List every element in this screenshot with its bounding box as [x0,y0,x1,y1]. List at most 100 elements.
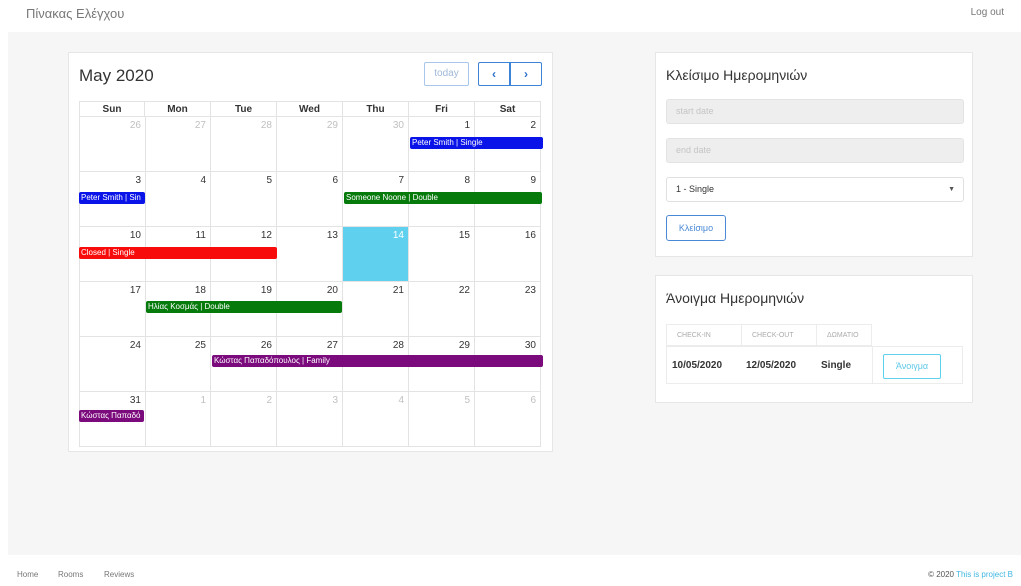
calendar-day-cell[interactable]: 26 [79,117,146,172]
today-button[interactable]: today [424,62,469,86]
day-number: 23 [524,285,536,296]
day-number: 5 [266,175,272,186]
calendar-grid: Sun Mon Tue Wed Thu Fri Sat 26 27 28 29 30 1 2… [79,101,543,447]
calendar-day-cell[interactable]: 29 [277,117,343,172]
brand-title[interactable]: Πίνακας Ελέγχου [26,6,124,21]
calendar-day-cell[interactable]: 16 [475,227,541,282]
dow-thu: Thu [343,101,409,117]
calendar-day-cell[interactable]: 24 [79,337,146,392]
calendar-title: May 2020 [79,66,154,85]
calendar-day-cell[interactable]: 1 [145,392,211,447]
column-header-check-out: CHECK-OUT [741,324,816,346]
footer: Home Rooms Reviews © 2020 This is projec… [0,560,1021,586]
day-number: 5 [464,395,470,406]
calendar-event[interactable]: Ηλίας Κοσμάς | Double [146,301,342,313]
cell-check-out: 12/05/2020 [741,346,816,384]
day-number: 15 [458,230,470,241]
room-select-value: 1 - Single [676,184,715,194]
calendar-day-cell[interactable]: 2 [211,392,277,447]
day-number: 3 [332,395,338,406]
calendar-day-cell[interactable]: 6 [475,392,541,447]
footer-link-rooms[interactable]: Rooms [58,570,83,579]
day-number: 20 [326,285,338,296]
calendar-day-cell[interactable]: 30 [343,117,409,172]
calendar-day-cell[interactable]: 25 [145,337,211,392]
dow-sun: Sun [79,101,145,117]
calendar-day-cell[interactable]: 22 [409,282,475,337]
day-number: 10 [129,230,141,241]
chevron-right-icon: › [524,67,528,81]
logout-link[interactable]: Log out [971,7,1004,18]
next-month-button[interactable]: › [510,62,542,86]
day-number: 27 [326,340,338,351]
project-link[interactable]: This is project B [956,570,1013,579]
day-number: 9 [530,175,536,186]
room-select[interactable]: 1 - Single ▼ [666,177,964,202]
day-number: 11 [195,230,206,241]
day-number: 6 [332,175,338,186]
day-number: 29 [458,340,470,351]
dow-sat: Sat [475,101,541,117]
dow-wed: Wed [277,101,343,117]
footer-link-reviews[interactable]: Reviews [104,570,134,579]
calendar-event[interactable]: Someone Noone | Double [344,192,542,204]
day-number: 3 [135,175,141,186]
day-number: 19 [260,285,272,296]
end-date-input[interactable]: end date [666,138,964,163]
calendar-event[interactable]: Peter Smith | Sin [79,192,145,204]
cell-check-in: 10/05/2020 [666,346,741,384]
start-date-input[interactable]: start date [666,99,964,124]
calendar-day-cell[interactable]: 5 [211,172,277,227]
calendar-day-cell[interactable]: 17 [79,282,146,337]
close-dates-card: Κλείσιμο Ημερομηνιών start date end date… [655,52,973,257]
day-number: 31 [129,395,141,406]
day-number: 26 [129,120,141,131]
close-dates-title: Κλείσιμο Ημερομηνιών [666,67,808,83]
copyright-text: © 2020 [928,570,955,579]
day-number: 7 [398,175,404,186]
column-header-check-in: CHECK-IN [666,324,741,346]
caret-down-icon: ▼ [948,186,955,193]
calendar-day-cell[interactable]: 28 [211,117,277,172]
day-number: 30 [524,340,536,351]
day-number: 26 [260,340,272,351]
day-number: 27 [194,120,206,131]
day-number: 30 [392,120,404,131]
calendar-event[interactable]: Κώστας Παπαδό [79,410,144,422]
close-dates-button[interactable]: Κλείσιμο [666,215,726,241]
prev-month-button[interactable]: ‹ [478,62,510,86]
day-number: 8 [464,175,470,186]
calendar-event[interactable]: Peter Smith | Single [410,137,543,149]
calendar-day-cell[interactable]: 21 [343,282,409,337]
calendar-day-cell[interactable]: 14 [343,227,409,282]
column-header-room: ΔΩΜΑΤΙΟ [816,324,872,346]
calendar-day-cell[interactable]: 5 [409,392,475,447]
calendar-day-cell[interactable]: 13 [277,227,343,282]
cell-room: Single [816,346,872,384]
day-number: 13 [326,230,338,241]
calendar-day-cell[interactable]: 6 [277,172,343,227]
open-dates-card: Άνοιγμα Ημερομηνιών CHECK-IN CHECK-OUT Δ… [655,275,973,403]
day-number: 2 [530,120,536,131]
chevron-left-icon: ‹ [492,67,496,81]
calendar-day-cell[interactable]: 4 [145,172,211,227]
day-number: 4 [398,395,404,406]
day-number: 24 [129,340,141,351]
top-navbar: Πίνακας Ελέγχου Log out [0,0,1021,30]
dow-mon: Mon [145,101,211,117]
calendar-day-cell[interactable]: 4 [343,392,409,447]
calendar-day-cell[interactable]: 15 [409,227,475,282]
calendar-event[interactable]: Κώστας Παπαδόπουλος | Family [212,355,543,367]
calendar-day-cell[interactable]: 23 [475,282,541,337]
cell-action: Άνοιγμα [872,346,963,384]
copyright: © 2020 This is project B [928,570,1013,579]
day-number: 29 [326,120,338,131]
calendar-day-cell[interactable]: 27 [145,117,211,172]
open-dates-button[interactable]: Άνοιγμα [883,354,941,379]
calendar-event[interactable]: Closed | Single [79,247,277,259]
calendar-day-cell[interactable]: 3 [277,392,343,447]
day-number: 21 [392,285,404,296]
footer-link-home[interactable]: Home [17,570,38,579]
dow-tue: Tue [211,101,277,117]
day-number: 6 [530,395,536,406]
